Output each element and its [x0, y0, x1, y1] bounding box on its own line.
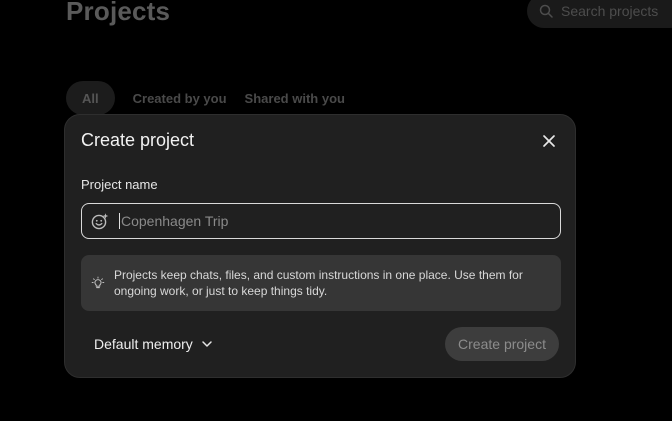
chevron-down-icon — [202, 341, 212, 347]
project-name-input[interactable] — [120, 203, 560, 239]
memory-dropdown-label: Default memory — [94, 336, 193, 352]
search-projects-field[interactable]: Search projects — [527, 0, 672, 28]
emoji-sparkle-icon[interactable] — [91, 212, 109, 230]
memory-dropdown[interactable]: Default memory — [94, 336, 213, 352]
search-icon — [539, 4, 553, 18]
projects-info-text: Projects keep chats, files, and custom i… — [113, 268, 523, 298]
search-placeholder: Search projects — [561, 3, 659, 19]
project-name-field[interactable] — [81, 203, 561, 239]
close-icon — [543, 135, 555, 147]
page: Projects Search projects All Created by … — [0, 0, 672, 421]
create-project-dialog: Create project Project name Copenhagen T… — [64, 114, 576, 378]
project-name-label: Project name — [81, 177, 158, 192]
tab-created-by-you[interactable]: Created by you — [133, 81, 227, 115]
close-button[interactable] — [539, 131, 559, 151]
projects-info-box: Projects keep chats, files, and custom i… — [81, 255, 561, 311]
create-project-button[interactable]: Create project — [445, 327, 559, 361]
project-filter-tabs: All Created by you Shared with you — [66, 81, 345, 115]
lightbulb-icon — [91, 276, 105, 289]
dialog-title: Create project — [81, 130, 195, 150]
tab-shared-with-you[interactable]: Shared with you — [245, 81, 345, 115]
page-title: Projects — [66, 0, 171, 26]
tab-all[interactable]: All — [66, 81, 115, 115]
